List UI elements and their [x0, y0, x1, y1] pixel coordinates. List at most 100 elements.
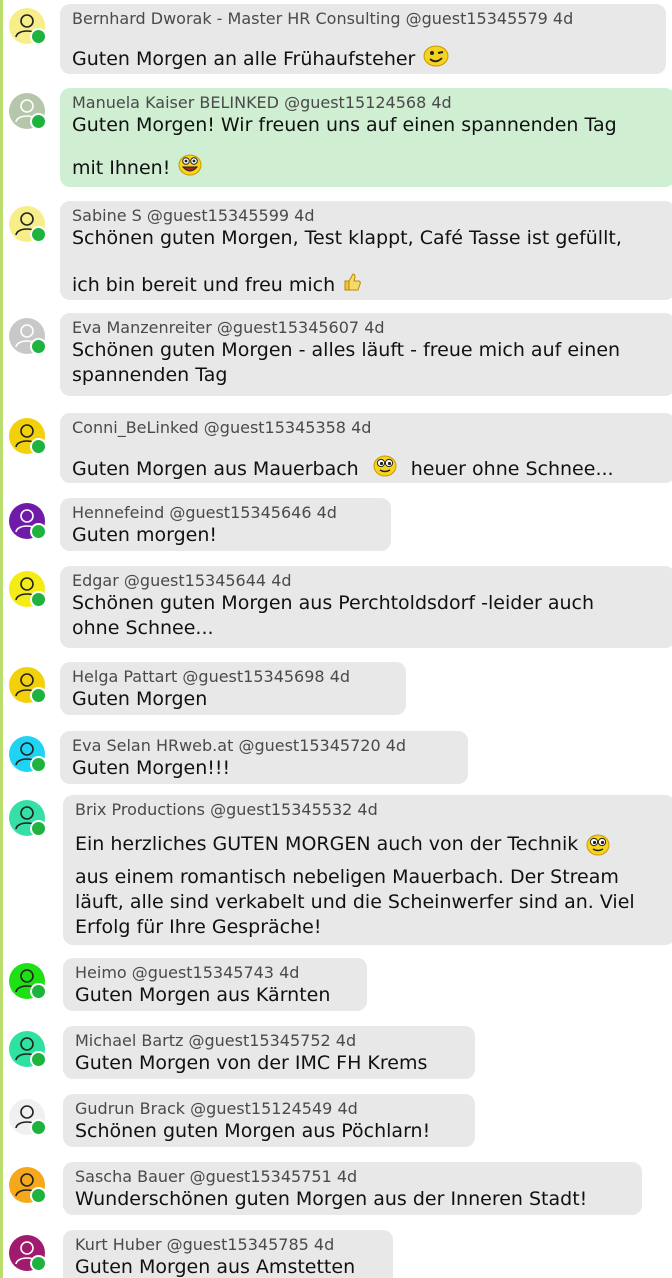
message-age: 4d — [316, 503, 337, 522]
message-text: Erfolg für Ihre Gespräche! — [75, 916, 322, 938]
user-avatar[interactable] — [9, 1031, 47, 1068]
message-text: Guten Morgen — [72, 688, 208, 710]
user-avatar[interactable] — [9, 8, 47, 45]
message-bubble[interactable]: Eva Selan HRweb.at @guest15345720 4d Gut… — [60, 731, 468, 784]
author-handle: @guest15345599 — [146, 206, 290, 225]
message-bubble[interactable]: Helga Pattart @guest15345698 4d Guten Mo… — [60, 662, 406, 715]
message-bubble[interactable]: Conni_BeLinked @guest15345358 4d Guten M… — [60, 413, 672, 483]
message-text: Guten Morgen!!! — [72, 757, 231, 779]
message-bubble[interactable]: Eva Manzenreiter @guest15345607 4d Schön… — [60, 313, 672, 396]
message-age: 4d — [335, 1031, 357, 1050]
author-name[interactable]: Eva Selan HRweb.at — [72, 736, 233, 755]
online-status-dot — [30, 1187, 47, 1204]
message-text: aus einem romantisch nebeligen Mauerbach… — [75, 866, 619, 888]
message-age: 4d — [329, 667, 351, 686]
message-bubble[interactable]: Kurt Huber @guest15345785 4d Guten Morge… — [63, 1230, 393, 1278]
message-bubble[interactable]: Brix Productions @guest15345532 4d Ein h… — [63, 795, 672, 945]
message-age: 4d — [279, 963, 300, 982]
message-text: ohne Schnee... — [72, 617, 214, 639]
user-avatar[interactable] — [9, 963, 47, 1000]
author-name[interactable]: Edgar — [72, 571, 119, 590]
user-avatar[interactable] — [9, 571, 47, 608]
message-age: 4d — [271, 571, 292, 590]
author-handle: @guest15345751 — [189, 1167, 332, 1186]
author-name[interactable]: Hennefeind — [72, 503, 164, 522]
author-handle: @guest15345532 — [210, 800, 353, 819]
user-avatar[interactable] — [9, 418, 47, 455]
author-name[interactable]: Brix Productions — [75, 800, 205, 819]
message-age: 4d — [385, 736, 407, 755]
message-age: 4d — [552, 9, 574, 28]
author-name[interactable]: Sabine S — [72, 206, 142, 225]
online-status-dot — [30, 438, 47, 455]
author-handle: @guest15345785 — [166, 1235, 309, 1254]
eyes-emoji-icon — [371, 453, 399, 483]
author-handle: @guest15345752 — [188, 1031, 331, 1050]
message-bubble[interactable]: Sascha Bauer @guest15345751 4d Wundersch… — [63, 1162, 642, 1215]
author-name[interactable]: Michael Bartz — [75, 1031, 183, 1050]
online-status-dot — [30, 1119, 47, 1136]
message-text: Guten Morgen aus Mauerbach — [72, 458, 359, 480]
message-bubble[interactable]: Edgar @guest15345644 4d Schönen guten Mo… — [60, 566, 672, 648]
author-name[interactable]: Gudrun Brack — [75, 1099, 185, 1118]
message-age: 4d — [364, 318, 385, 337]
author-name[interactable]: Sascha Bauer — [75, 1167, 184, 1186]
online-status-dot — [30, 1051, 47, 1068]
online-status-dot — [30, 523, 47, 540]
author-name[interactable]: Conni_BeLinked — [72, 418, 199, 437]
user-avatar[interactable] — [9, 93, 47, 130]
message-text: Schönen guten Morgen - alles läuft - fre… — [72, 339, 621, 361]
message-text: Guten morgen! — [72, 524, 218, 546]
message-text: Guten Morgen von der IMC FH Krems — [75, 1052, 428, 1074]
author-handle: @guest15345743 — [131, 963, 274, 982]
author-handle: @guest15345646 — [169, 503, 312, 522]
user-avatar[interactable] — [9, 667, 47, 704]
online-status-dot — [30, 113, 47, 130]
user-avatar[interactable] — [9, 736, 47, 773]
user-avatar[interactable] — [9, 318, 47, 355]
message-bubble[interactable]: Bernhard Dworak - Master HR Consulting @… — [60, 4, 666, 74]
author-name[interactable]: Eva Manzenreiter — [72, 318, 212, 337]
message-bubble[interactable]: Michael Bartz @guest15345752 4d Guten Mo… — [63, 1026, 475, 1079]
online-status-dot — [30, 591, 47, 608]
message-text: Wunderschönen guten Morgen aus der Inner… — [75, 1188, 588, 1210]
user-avatar[interactable] — [9, 1235, 47, 1272]
message-bubble[interactable]: Heimo @guest15345743 4d Guten Morgen aus… — [63, 958, 367, 1011]
user-avatar[interactable] — [9, 206, 47, 243]
user-avatar[interactable] — [9, 1099, 47, 1136]
author-name[interactable]: Manuela Kaiser BELINKED — [72, 93, 279, 112]
user-avatar[interactable] — [9, 503, 47, 540]
message-text: Schönen guten Morgen aus Pöchlarn! — [75, 1120, 431, 1142]
message-text: spannenden Tag — [72, 364, 228, 386]
message-text: mit Ihnen! — [72, 157, 171, 179]
user-avatar[interactable] — [9, 800, 47, 837]
message-bubble[interactable]: Manuela Kaiser BELINKED @guest15124568 4… — [60, 88, 672, 187]
author-name[interactable]: Bernhard Dworak - Master HR Consulting — [72, 9, 401, 28]
message-text: Schönen guten Morgen, Test klappt, Café … — [72, 227, 622, 249]
message-bubble[interactable]: Gudrun Brack @guest15124549 4d Schönen g… — [63, 1094, 475, 1147]
thumbs-up-emoji-icon — [341, 271, 363, 300]
message-bubble[interactable]: Sabine S @guest15345599 4d Schönen guten… — [60, 201, 672, 300]
author-handle: @guest15345644 — [123, 571, 267, 590]
author-handle: @guest15345698 — [182, 667, 325, 686]
wink-emoji-icon — [421, 43, 451, 74]
online-status-dot — [30, 338, 47, 355]
online-status-dot — [30, 756, 47, 773]
online-status-dot — [30, 820, 47, 837]
message-text: Guten Morgen aus Amstetten — [75, 1256, 356, 1278]
message-age: 4d — [357, 800, 378, 819]
message-age: 4d — [337, 1099, 358, 1118]
online-status-dot — [30, 28, 47, 45]
author-name[interactable]: Helga Pattart — [72, 667, 177, 686]
message-text: Guten Morgen aus Kärnten — [75, 984, 331, 1006]
author-name[interactable]: Kurt Huber — [75, 1235, 162, 1254]
user-avatar[interactable] — [9, 1167, 47, 1204]
message-text: Guten Morgen! Wir freuen uns auf einen s… — [72, 114, 617, 136]
message-bubble[interactable]: Hennefeind @guest15345646 4d Guten morge… — [60, 498, 391, 551]
online-status-dot — [30, 983, 47, 1000]
online-status-dot — [30, 1255, 47, 1272]
author-handle: @guest15345579 — [405, 9, 548, 28]
message-text: Schönen guten Morgen aus Perchtoldsdorf … — [72, 592, 595, 614]
message-text: heuer ohne Schnee... — [410, 458, 614, 480]
author-name[interactable]: Heimo — [75, 963, 127, 982]
